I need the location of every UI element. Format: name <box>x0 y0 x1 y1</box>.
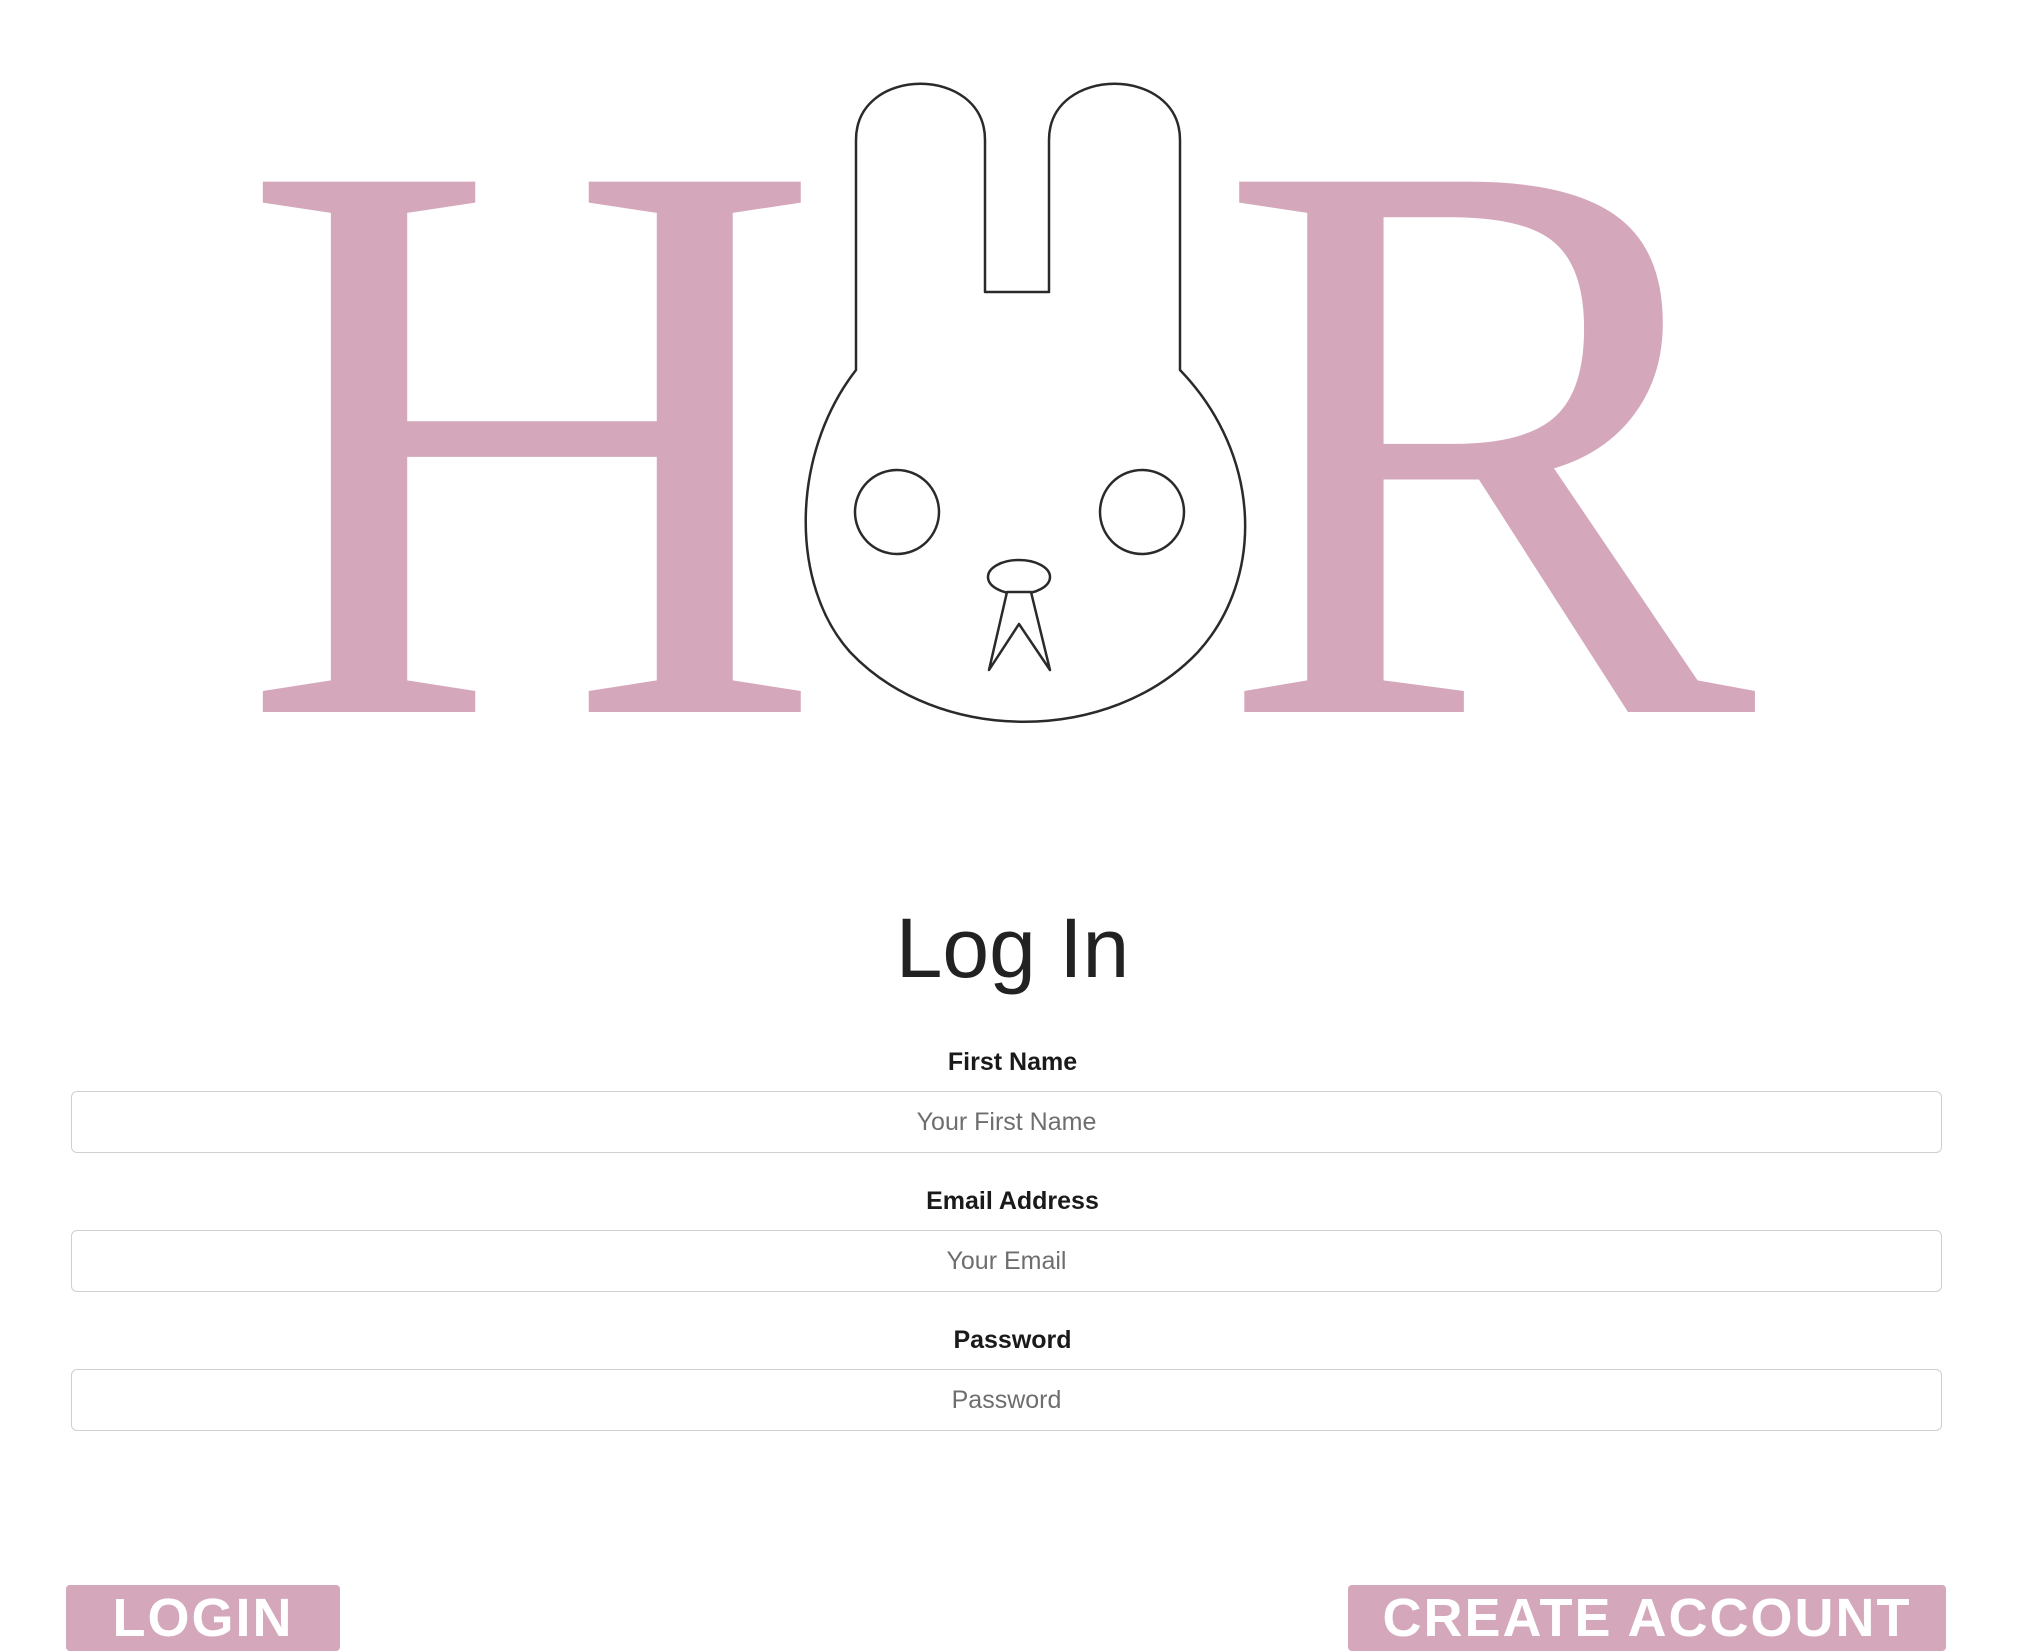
first-name-label: First Name <box>947 1048 1078 1076</box>
page-title: Log In <box>895 901 1130 995</box>
password-label: Password <box>953 1326 1072 1354</box>
email-address-label: Email Address <box>926 1187 1099 1215</box>
logo-letter-h: H <box>240 0 825 820</box>
first-name-input[interactable] <box>71 1091 1942 1153</box>
logo-letter-r: R <box>1216 0 1760 820</box>
login-button[interactable]: LOGIN <box>66 1585 340 1651</box>
create-account-button[interactable]: CREATE ACCOUNT <box>1348 1585 1946 1651</box>
logo-graphic: H R <box>240 0 1761 820</box>
brand-logo: H R <box>0 0 2025 820</box>
password-input[interactable] <box>71 1369 1942 1431</box>
rabbit-head-icon <box>804 82 1247 723</box>
email-input[interactable] <box>71 1230 1942 1292</box>
